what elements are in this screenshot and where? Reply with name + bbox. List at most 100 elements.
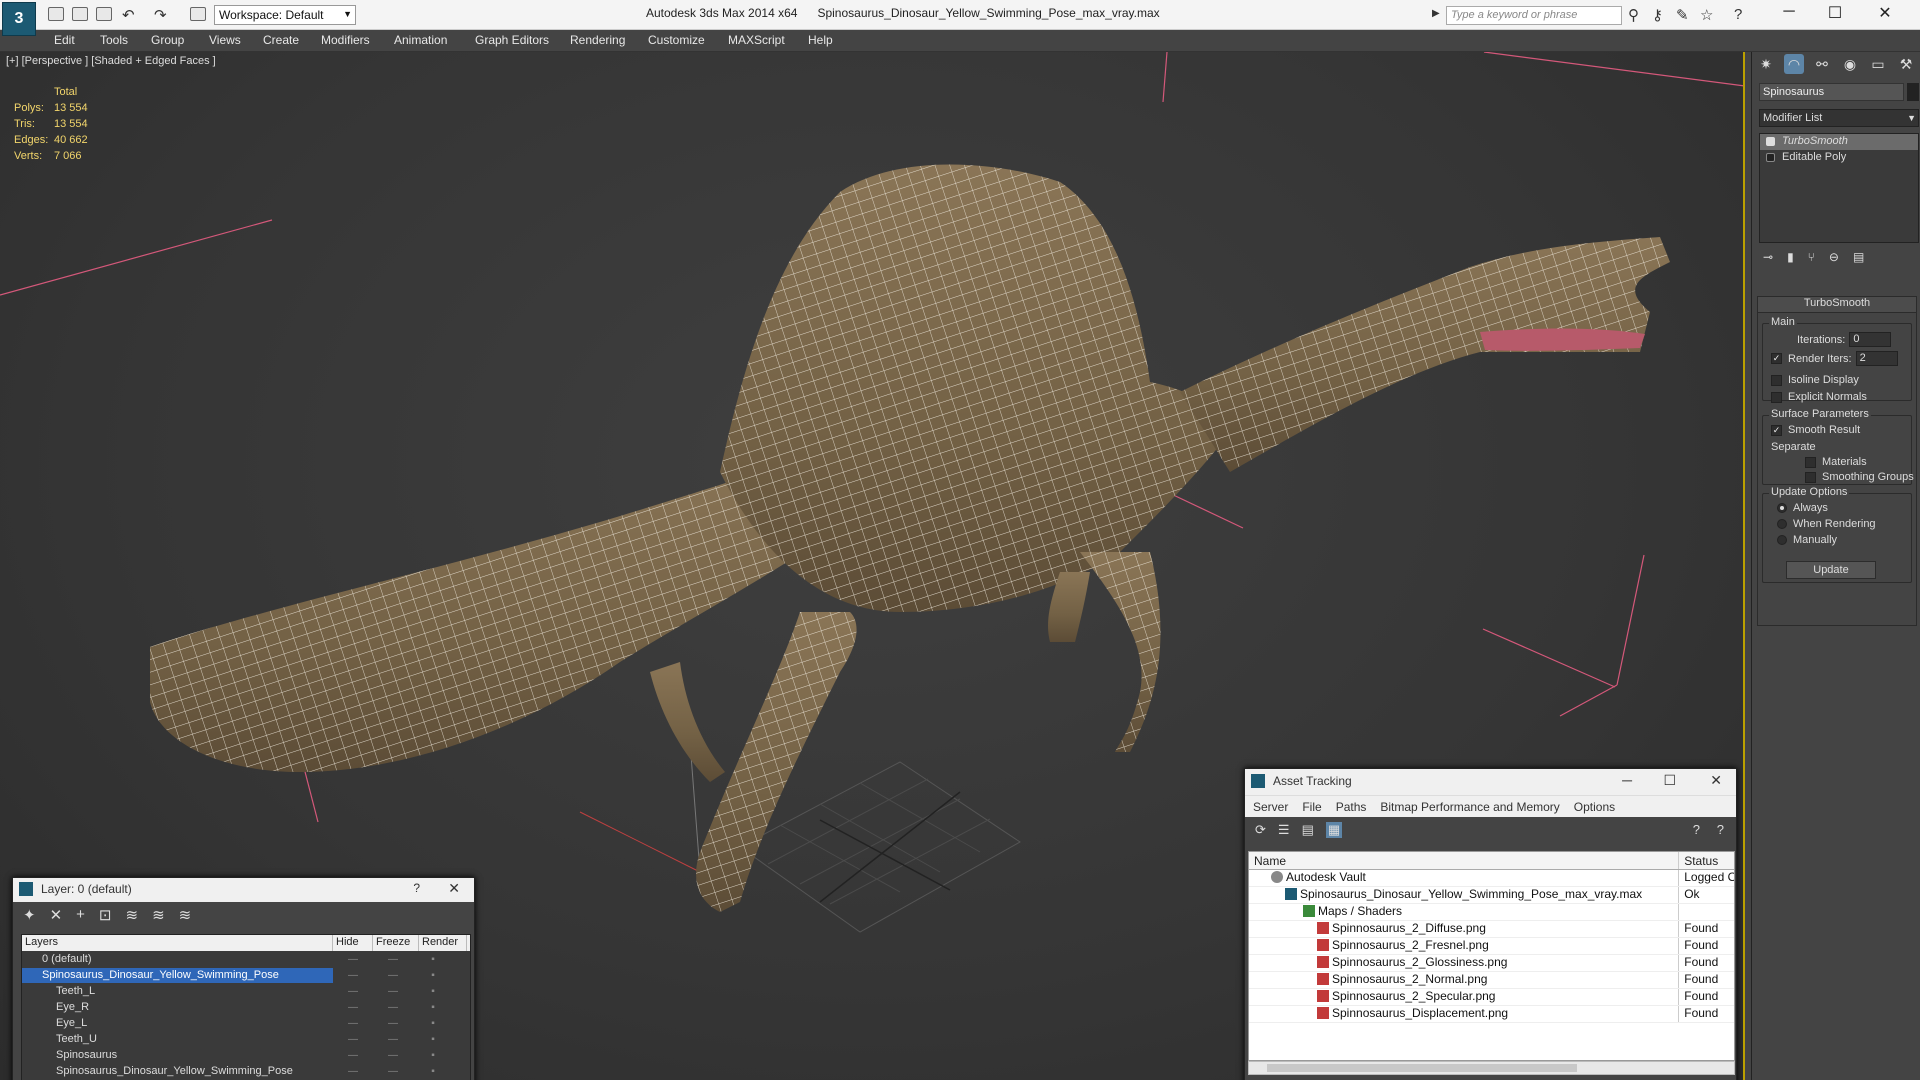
update-button[interactable]: Update bbox=[1786, 561, 1876, 579]
help-icon[interactable]: ? bbox=[1717, 822, 1724, 837]
column-hide[interactable]: Hide bbox=[333, 935, 373, 951]
column-layers[interactable]: Layers bbox=[22, 935, 333, 951]
select-objects-icon[interactable]: ⊡ bbox=[99, 906, 112, 924]
smoothing-groups-checkbox[interactable] bbox=[1805, 471, 1816, 483]
hide-toggle[interactable]: — bbox=[333, 1066, 373, 1077]
object-color-swatch[interactable] bbox=[1907, 83, 1919, 101]
freeze-toggle[interactable]: — bbox=[373, 1066, 413, 1077]
redo-icon[interactable]: ↷ bbox=[154, 6, 167, 24]
make-unique-icon[interactable]: ⑂ bbox=[1808, 250, 1815, 268]
expand-icon[interactable] bbox=[1766, 153, 1775, 162]
list-view-icon[interactable]: ☰ bbox=[1278, 822, 1290, 838]
remove-modifier-icon[interactable]: ⊖ bbox=[1829, 250, 1839, 268]
layer-row[interactable]: 0 (default) — — ▪ bbox=[22, 951, 470, 967]
asset-window-titlebar[interactable]: Asset Tracking ─ ☐ ✕ bbox=[1245, 769, 1736, 795]
key-icon[interactable]: ⚷ bbox=[1652, 6, 1663, 24]
smooth-result-checkbox[interactable]: ✓ bbox=[1771, 424, 1782, 436]
render-toggle[interactable]: ▪ bbox=[413, 1066, 453, 1077]
app-logo[interactable]: 3 bbox=[2, 2, 36, 36]
menu-animation[interactable]: Animation bbox=[394, 33, 447, 47]
hide-toggle[interactable]: — bbox=[333, 970, 373, 981]
asset-row[interactable]: Spinosaurus_Dinosaur_Yellow_Swimming_Pos… bbox=[1249, 887, 1734, 904]
binoculars-icon[interactable]: ⚲ bbox=[1628, 6, 1639, 24]
render-toggle[interactable]: ▪ bbox=[413, 1034, 453, 1045]
maximize-icon[interactable]: ☐ bbox=[1663, 772, 1676, 789]
asset-row[interactable]: Maps / Shaders bbox=[1249, 904, 1734, 921]
perspective-viewport[interactable]: [+] [Perspective ] [Shaded + Edged Faces… bbox=[0, 52, 1745, 1080]
open-file-icon[interactable] bbox=[72, 7, 88, 21]
layer-window-titlebar[interactable]: Layer: 0 (default) ? ✕ bbox=[13, 878, 474, 902]
iterations-spinner[interactable]: 0 bbox=[1849, 332, 1892, 347]
freeze-toggle[interactable]: — bbox=[373, 986, 413, 997]
lightbulb-icon[interactable] bbox=[1766, 137, 1775, 146]
menu-file[interactable]: File bbox=[1302, 800, 1321, 814]
hide-toggle[interactable]: — bbox=[333, 1050, 373, 1061]
highlight-layer-icon[interactable]: ≋ bbox=[126, 906, 139, 924]
column-freeze[interactable]: Freeze bbox=[373, 935, 419, 951]
menu-help[interactable]: Help bbox=[808, 33, 833, 47]
modify-tab-icon[interactable]: ◠ bbox=[1784, 54, 1804, 74]
asset-row[interactable]: Spinnosaurus_2_Diffuse.png Found bbox=[1249, 921, 1734, 938]
table-view-icon[interactable]: ▦ bbox=[1325, 822, 1343, 838]
menu-modifiers[interactable]: Modifiers bbox=[321, 33, 370, 47]
delete-layer-icon[interactable]: ✕ bbox=[50, 906, 63, 924]
menu-customize[interactable]: Customize bbox=[648, 33, 705, 47]
layer-row[interactable]: Spinosaurus — — ▪ bbox=[22, 1047, 470, 1063]
motion-tab-icon[interactable]: ◉ bbox=[1840, 54, 1860, 74]
menu-rendering[interactable]: Rendering bbox=[570, 33, 625, 47]
help-icon[interactable]: ? bbox=[413, 881, 420, 895]
freeze-toggle[interactable]: — bbox=[373, 1018, 413, 1029]
render-toggle[interactable]: ▪ bbox=[413, 1002, 453, 1013]
hide-toggle[interactable]: — bbox=[333, 1018, 373, 1029]
viewport-label[interactable]: [+] [Perspective ] [Shaded + Edged Faces… bbox=[6, 55, 216, 67]
asset-row[interactable]: Spinnosaurus_Displacement.png Found bbox=[1249, 1006, 1734, 1023]
menu-options[interactable]: Options bbox=[1574, 800, 1615, 814]
hierarchy-tab-icon[interactable]: ⚯ bbox=[1812, 54, 1832, 74]
menu-server[interactable]: Server bbox=[1253, 800, 1288, 814]
rollout-title[interactable]: TurboSmooth bbox=[1758, 297, 1916, 313]
render-toggle[interactable]: ▪ bbox=[413, 1018, 453, 1029]
isoline-checkbox[interactable] bbox=[1771, 374, 1782, 386]
asset-row[interactable]: Spinnosaurus_2_Specular.png Found bbox=[1249, 989, 1734, 1006]
close-icon[interactable]: ✕ bbox=[1710, 772, 1722, 789]
stack-item-turbosmooth[interactable]: TurboSmooth bbox=[1760, 134, 1918, 150]
search-input[interactable]: Type a keyword or phrase bbox=[1446, 6, 1622, 25]
new-layer-icon[interactable]: ✦ bbox=[23, 906, 36, 924]
refresh-icon[interactable]: ⟳ bbox=[1255, 822, 1266, 838]
layer-row[interactable]: Spinosaurus_Dinosaur_Yellow_Swimming_Pos… bbox=[22, 1063, 470, 1079]
column-name[interactable]: Name bbox=[1249, 852, 1680, 869]
add-to-layer-icon[interactable]: + bbox=[76, 906, 85, 924]
materials-checkbox[interactable] bbox=[1805, 456, 1816, 468]
stack-item-editable-poly[interactable]: Editable Poly bbox=[1760, 150, 1918, 166]
freeze-toggle[interactable]: — bbox=[373, 954, 413, 965]
thumbnail-view-icon[interactable]: ▤ bbox=[1302, 822, 1314, 838]
asset-row[interactable]: Autodesk Vault Logged O bbox=[1249, 870, 1734, 887]
always-radio[interactable] bbox=[1777, 503, 1787, 513]
render-iters-spinner[interactable]: 2 bbox=[1855, 351, 1898, 366]
asset-row[interactable]: Spinnosaurus_2_Normal.png Found bbox=[1249, 972, 1734, 989]
hide-toggle[interactable]: — bbox=[333, 1002, 373, 1013]
menu-maxscript[interactable]: MAXScript bbox=[728, 33, 785, 47]
asset-row[interactable]: Spinnosaurus_2_Glossiness.png Found bbox=[1249, 955, 1734, 972]
undo-icon[interactable]: ↶ bbox=[122, 6, 135, 24]
hide-all-layers-icon[interactable]: ≋ bbox=[152, 906, 165, 924]
project-folder-icon[interactable] bbox=[190, 7, 206, 21]
help-icon[interactable]: ? bbox=[1734, 6, 1742, 23]
render-iters-checkbox[interactable]: ✓ bbox=[1771, 353, 1782, 364]
menu-create[interactable]: Create bbox=[263, 33, 299, 47]
freeze-toggle[interactable]: — bbox=[373, 1034, 413, 1045]
menu-tools[interactable]: Tools bbox=[100, 33, 128, 47]
save-icon[interactable] bbox=[96, 7, 112, 21]
render-toggle[interactable]: ▪ bbox=[413, 1050, 453, 1061]
minimize-icon[interactable]: ─ bbox=[1774, 3, 1804, 21]
configure-sets-icon[interactable]: ▤ bbox=[1853, 250, 1864, 268]
layer-row[interactable]: Teeth_U — — ▪ bbox=[22, 1031, 470, 1047]
object-name-field[interactable]: Spinosaurus bbox=[1759, 83, 1904, 101]
asset-row[interactable]: Spinnosaurus_2_Fresnel.png Found bbox=[1249, 938, 1734, 955]
help-icon[interactable]: ? bbox=[1693, 822, 1700, 837]
workspace-dropdown[interactable]: Workspace: Default ▼ bbox=[214, 5, 356, 25]
display-tab-icon[interactable]: ▭ bbox=[1868, 54, 1888, 74]
when-rendering-radio[interactable] bbox=[1777, 519, 1787, 529]
maximize-icon[interactable]: ☐ bbox=[1820, 3, 1850, 23]
search-expand-icon[interactable]: ▶ bbox=[1432, 8, 1440, 19]
